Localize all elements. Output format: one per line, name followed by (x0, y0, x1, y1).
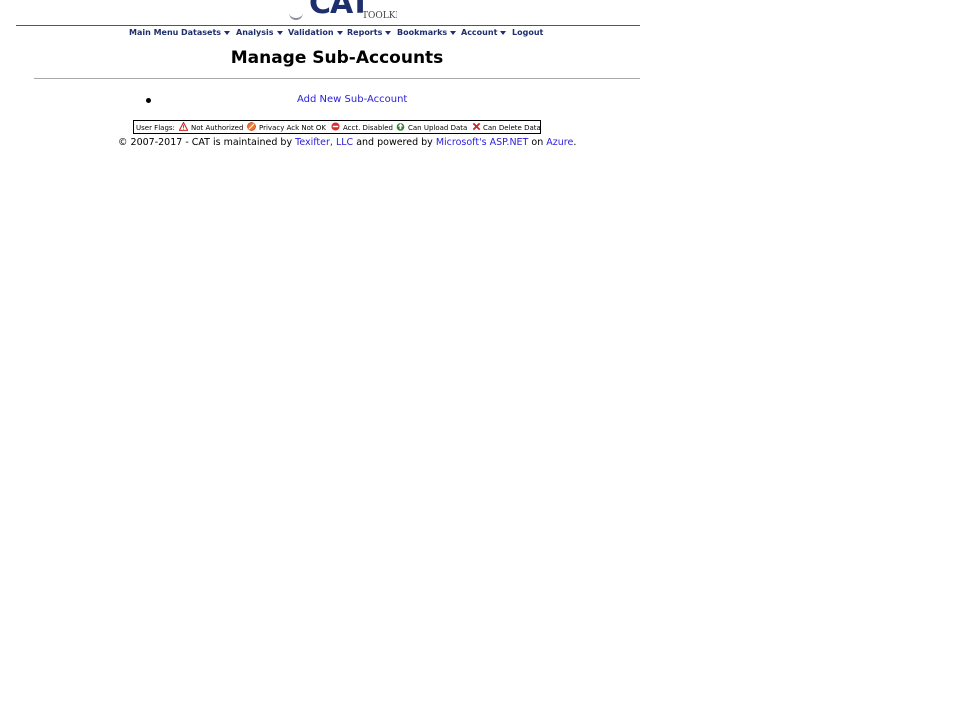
nav-item-account[interactable]: Account (461, 28, 507, 37)
caret-down-icon (500, 30, 507, 35)
texifter-link[interactable]: Texifter, LLC (295, 137, 353, 148)
title-divider (34, 78, 640, 79)
footer-copyright: © 2007-2017 - CAT is maintained by (118, 137, 293, 148)
caret-down-icon (450, 30, 457, 35)
user-flags-legend: User Flags: Not Authorized Privacy Ack N… (133, 120, 541, 134)
sub-account-list: Add New Sub-Account (146, 94, 446, 108)
cat-logo[interactable]: CAT TOOLKIT (287, 0, 397, 22)
caret-down-icon (385, 30, 392, 35)
caret-down-icon (276, 30, 283, 35)
add-sub-account-link[interactable]: Add New Sub-Account (297, 94, 407, 105)
nav-item-label: Datasets (181, 28, 222, 37)
warning-triangle-icon (179, 122, 188, 131)
aspnet-link[interactable]: Microsoft's ASP.NET (436, 137, 529, 148)
nav-item-label: Bookmarks (397, 28, 448, 37)
header-divider (16, 25, 640, 26)
legend-label: User Flags: (136, 124, 175, 132)
legend-item-label: Can Upload Data (408, 124, 468, 132)
privacy-not-ok-icon (247, 122, 256, 131)
nav-item-reports[interactable]: Reports (347, 28, 392, 37)
nav-item-label: Account (461, 28, 498, 37)
nav-item-datasets[interactable]: Datasets (181, 28, 231, 37)
nav-item-logout[interactable]: Logout (512, 28, 543, 37)
list-bullet-icon (146, 98, 151, 103)
page: CAT TOOLKIT Main Menu Datasets Analysis … (0, 0, 960, 720)
footer-text: on (531, 137, 544, 148)
no-entry-icon (331, 122, 340, 131)
legend-item-label: Can Delete Data (483, 124, 541, 132)
nav-item-label: Main Menu (129, 28, 179, 37)
azure-link[interactable]: Azure (546, 137, 573, 148)
nav-item-label: Validation (288, 28, 334, 37)
nav-item-bookmarks[interactable]: Bookmarks (397, 28, 457, 37)
nav-item-validation[interactable]: Validation (288, 28, 343, 37)
logo-swoosh-icon (289, 13, 303, 20)
footer-period: . (573, 137, 577, 148)
delete-x-icon (472, 122, 481, 131)
nav-item-label: Analysis (236, 28, 274, 37)
upload-icon (396, 123, 405, 131)
nav-item-main-menu[interactable]: Main Menu (129, 28, 178, 37)
logo-text: CAT (309, 0, 370, 21)
page-title: Manage Sub-Accounts (230, 48, 444, 68)
nav-item-analysis[interactable]: Analysis (236, 28, 283, 37)
legend-item-label: Acct. Disabled (343, 124, 393, 132)
footer-text: and powered by (356, 137, 433, 148)
logo-subtext: TOOLKIT (362, 11, 397, 21)
footer: © 2007-2017 - CAT is maintained by Texif… (118, 137, 576, 148)
nav-item-label: Logout (512, 28, 544, 37)
nav-item-label: Reports (347, 28, 383, 37)
caret-down-icon (336, 30, 343, 35)
legend-item-label: Privacy Ack Not OK (259, 124, 326, 132)
caret-down-icon (224, 30, 231, 35)
legend-item-label: Not Authorized (191, 124, 244, 132)
